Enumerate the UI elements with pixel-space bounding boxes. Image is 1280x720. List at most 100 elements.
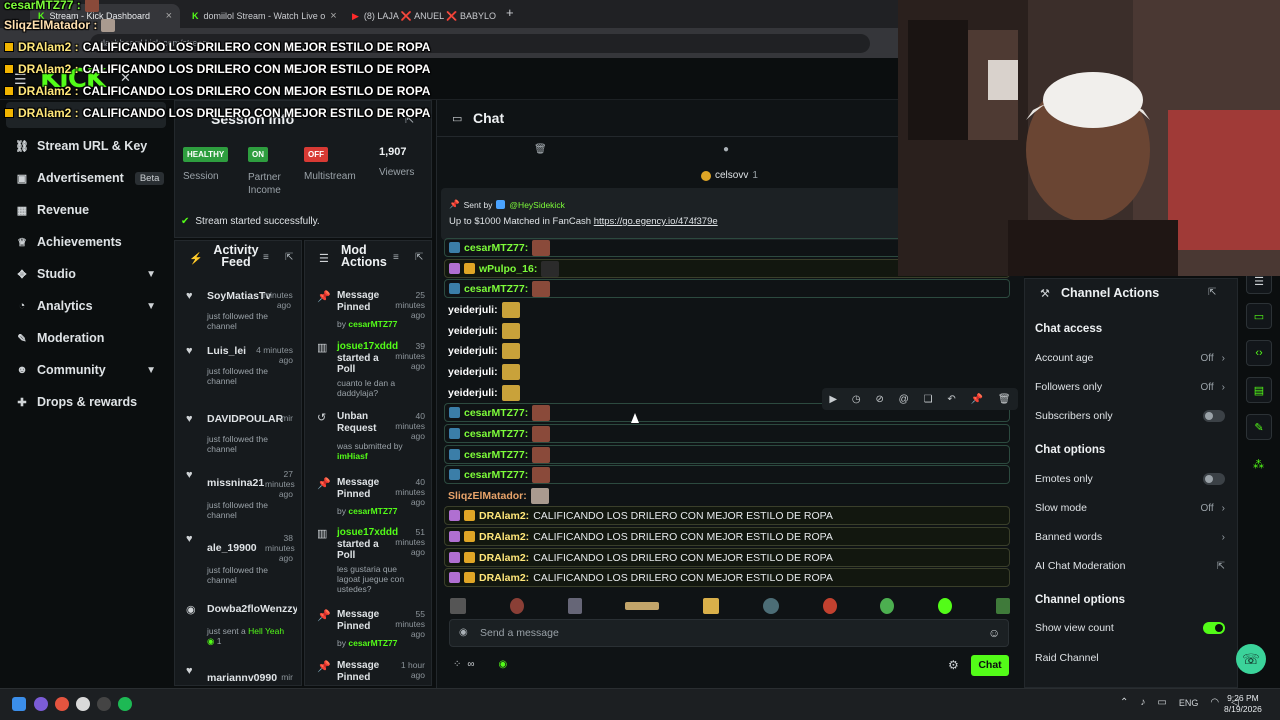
sidebar-item-revenue[interactable]: ▦ Revenue: [0, 194, 172, 226]
spotify-icon[interactable]: [118, 697, 132, 711]
chat-username[interactable]: cesarMTZ77:: [464, 242, 528, 254]
close-tab-icon[interactable]: ×: [166, 10, 172, 22]
banned-words-row[interactable]: Banned words ›: [1035, 531, 1225, 543]
mod-user[interactable]: imHiasf: [337, 451, 368, 461]
filter-icon[interactable]: ≡: [263, 252, 269, 263]
embed-icon[interactable]: ‹›: [1246, 340, 1272, 366]
feed-user[interactable]: DAVIDPOULARD: [207, 413, 283, 425]
emote-icon[interactable]: [567, 598, 582, 614]
chat-username[interactable]: DRAlam2:: [479, 552, 529, 564]
wifi-icon[interactable]: ◠: [1210, 697, 1219, 708]
tab-youtube[interactable]: ▶ (8) LAJA ❌ ANUEL ❌ BABYLO ×: [344, 4, 496, 28]
link-icon[interactable]: ∞: [467, 659, 474, 670]
timeout-icon[interactable]: ◷: [852, 394, 861, 405]
chat-username[interactable]: cesarMTZ77:: [464, 469, 528, 481]
pinned-user-bar[interactable]: celsovv 1: [701, 170, 758, 181]
chat-message[interactable]: DRAlam2: CALIFICANDO LOS DRILERO CON MEJO…: [444, 527, 1010, 546]
delete-icon[interactable]: 🗑: [998, 394, 1011, 405]
promo-link[interactable]: https://go.egency.io/474f379e: [594, 216, 718, 227]
chat-message[interactable]: yeiderjuli:: [444, 300, 1010, 319]
chat-username[interactable]: DRAlam2:: [479, 510, 529, 522]
followers-only-row[interactable]: Followers only Off ›: [1035, 381, 1225, 393]
sidebar-item-analytics[interactable]: ◔ Analytics ▼: [0, 290, 172, 322]
wrench-icon[interactable]: ✎: [1246, 414, 1272, 440]
popout-icon[interactable]: ⇱: [285, 252, 293, 263]
app-icon[interactable]: [34, 697, 48, 711]
emoji-icon[interactable]: ☺: [988, 626, 1000, 640]
chat-message[interactable]: yeiderjuli:: [444, 362, 1010, 381]
ai-moderation-row[interactable]: AI Chat Moderation ⇱: [1035, 560, 1225, 572]
sidebar-item-community[interactable]: ☻ Community ▼: [0, 354, 172, 386]
emote-icon[interactable]: [995, 598, 1010, 614]
sidebar-item-moderation[interactable]: ✎ Moderation: [0, 322, 172, 354]
windows-start-icon[interactable]: [12, 697, 26, 711]
chat-username[interactable]: cesarMTZ77:: [464, 407, 528, 419]
support-icon[interactable]: ☏: [1236, 644, 1266, 674]
emote-icon[interactable]: [880, 598, 895, 614]
browser-icon[interactable]: [76, 697, 90, 711]
tab-stream[interactable]: K domiilol Stream - Watch Live o ×: [184, 4, 342, 28]
chat-message[interactable]: cesarMTZ77:: [444, 445, 1010, 464]
chat-username[interactable]: yeiderjuli:: [448, 345, 498, 357]
emote-icon[interactable]: [938, 598, 953, 614]
sidebar-item-drops[interactable]: ✚ Drops & rewards: [0, 386, 172, 418]
ban-icon[interactable]: ⊘: [875, 394, 883, 405]
new-tab-button[interactable]: +: [506, 5, 514, 20]
gear-icon[interactable]: ⚙: [948, 658, 959, 672]
feed-user[interactable]: mariannv0990: [207, 672, 279, 684]
users-icon[interactable]: ⁘: [453, 659, 461, 670]
trash-icon[interactable]: 🗑: [534, 144, 547, 155]
raid-channel-row[interactable]: Raid Channel: [1035, 652, 1225, 664]
sidebar-item-studio[interactable]: ✥ Studio ▼: [0, 258, 172, 290]
chat-username[interactable]: wPulpo_16:: [479, 263, 537, 275]
chrome-icon[interactable]: [55, 697, 69, 711]
people-icon[interactable]: ⁂: [1253, 458, 1264, 471]
emote-icon[interactable]: [762, 598, 779, 614]
chat-settings-icon[interactable]: ●: [723, 144, 729, 155]
clock[interactable]: 9:26 PM 8/19/2026: [1224, 693, 1262, 715]
slow-mode-row[interactable]: Slow mode Off ›: [1035, 502, 1225, 514]
copy-icon[interactable]: ❏: [924, 394, 933, 405]
mention-icon[interactable]: @: [899, 394, 909, 405]
emote-icon[interactable]: [703, 598, 720, 614]
chat-username[interactable]: SliqzElMatador:: [448, 490, 527, 502]
chat-username[interactable]: cesarMTZ77:: [464, 283, 528, 295]
feed-user[interactable]: Dowba2floWenzzy: [207, 603, 297, 615]
chat-message[interactable]: yeiderjuli:: [444, 321, 1010, 340]
chat-message[interactable]: DRAlam2: CALIFICANDO LOS DRILERO CON MEJO…: [444, 506, 1010, 525]
reply-icon[interactable]: ↶: [947, 394, 955, 405]
chat-username[interactable]: yeiderjuli:: [448, 366, 498, 378]
obs-icon[interactable]: [97, 697, 111, 711]
chat-message[interactable]: DRAlam2: CALIFICANDO LOS DRILERO CON MEJO…: [444, 568, 1010, 587]
chat-message[interactable]: SliqzElMatador:: [444, 486, 1010, 505]
sidebar-item-achievements[interactable]: ♕ Achievements: [0, 226, 172, 258]
mic-icon[interactable]: ♪: [1140, 697, 1145, 708]
show-view-count-toggle[interactable]: [1203, 622, 1225, 634]
sent-by-user[interactable]: @HeySidekick: [509, 200, 564, 210]
emote-icon[interactable]: [450, 598, 466, 614]
pin-icon[interactable]: 📌: [971, 394, 983, 405]
chat-username[interactable]: DRAlam2:: [479, 572, 529, 584]
language-indicator[interactable]: ENG: [1179, 698, 1199, 708]
filter-icon[interactable]: ≡: [393, 252, 399, 263]
chat-username[interactable]: cesarMTZ77:: [464, 449, 528, 461]
send-chat-button[interactable]: Chat: [971, 655, 1009, 676]
close-tab-icon[interactable]: ×: [330, 10, 336, 22]
chat-input-box[interactable]: ◉ Send a message ☺: [449, 619, 1009, 647]
sidebar-item-stream-url[interactable]: ⛓ Stream URL & Key: [0, 130, 172, 162]
mod-user[interactable]: josue17xddd: [337, 341, 398, 352]
chat-username[interactable]: yeiderjuli:: [448, 387, 498, 399]
mod-user[interactable]: cesarMTZ77: [348, 506, 397, 516]
mod-user[interactable]: josue17xddd: [337, 527, 398, 538]
chat-icon[interactable]: ▭: [1246, 303, 1272, 329]
mod-user[interactable]: cesarMTZ77: [348, 319, 397, 329]
sidebar-item-advertisement[interactable]: ▣ Advertisement Beta: [0, 162, 172, 194]
chat-message[interactable]: cesarMTZ77:: [444, 279, 1010, 298]
mod-user[interactable]: cesarMTZ77: [348, 638, 397, 648]
chat-message[interactable]: DRAlam2: CALIFICANDO LOS DRILERO CON MEJO…: [444, 548, 1010, 567]
chat-message[interactable]: yeiderjuli:: [444, 341, 1010, 360]
emote-icon[interactable]: [822, 598, 837, 614]
pinned-message[interactable]: 📌 Sent by @HeySidekick Up to $1000 Match…: [441, 188, 901, 240]
chat-message[interactable]: cesarMTZ77:: [444, 424, 1010, 443]
play-icon[interactable]: ▶: [829, 394, 837, 405]
